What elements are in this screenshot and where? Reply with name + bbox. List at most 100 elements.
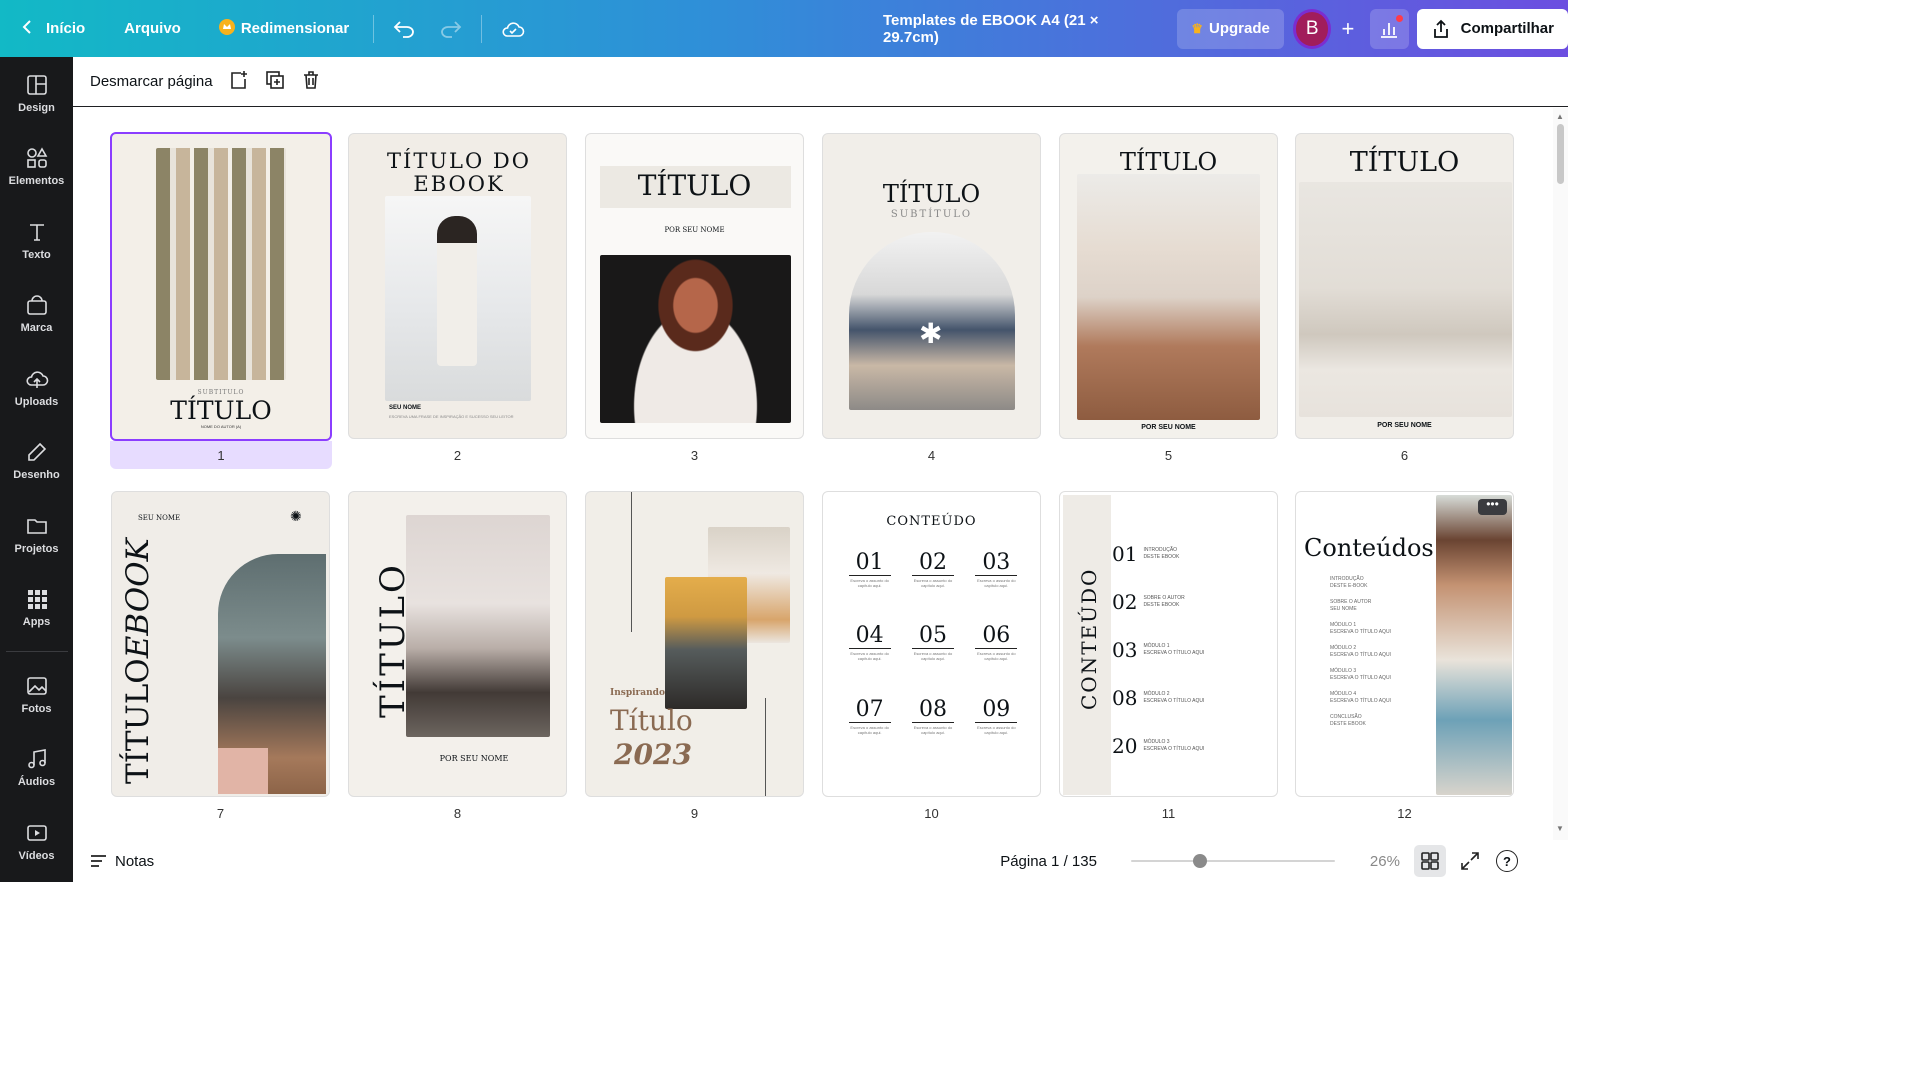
add-page-button[interactable] — [229, 70, 249, 94]
plus-icon: + — [1341, 15, 1355, 41]
sidebar-label: Elementos — [8, 175, 65, 188]
sidebar-item-audio[interactable]: Áudios — [0, 732, 73, 806]
file-menu-button[interactable]: Arquivo — [124, 0, 181, 57]
page-number-12[interactable]: 12 — [1295, 806, 1514, 821]
page-thumbnail-2[interactable]: TÍTULO DO EBOOK SEU NOME ESCREVA UMA FRA… — [348, 133, 567, 439]
toc-text-line2: DESTE EBOOK — [1143, 602, 1180, 608]
delete-page-button[interactable] — [301, 70, 321, 94]
page-number-11[interactable]: 11 — [1059, 806, 1278, 821]
sidebar-item-videos[interactable]: Vídeos — [0, 805, 73, 879]
fullscreen-button[interactable] — [1458, 849, 1482, 873]
divider — [373, 14, 375, 43]
page-number-9[interactable]: 9 — [585, 806, 804, 821]
page-thumbnail-11[interactable]: CONTEÚDO 01 INTRODUÇÃO DESTE EBOOK 02 SOBRE… — [1059, 491, 1278, 797]
sidebar-divider — [5, 651, 68, 652]
toc-text-line1: INTRODUÇÃO — [1143, 547, 1178, 553]
duplicate-page-button[interactable] — [265, 70, 285, 94]
zoom-slider[interactable] — [1130, 851, 1335, 871]
question-mark-icon: ? — [1502, 853, 1511, 869]
cloud-save-button[interactable] — [496, 12, 529, 46]
sidebar-item-elements[interactable]: Elementos — [0, 131, 73, 205]
chapter-cell: 01 Escreva o assunto do capítulo aqui. — [838, 550, 901, 623]
text-icon — [29, 223, 44, 241]
chapter-cell: 02 Escreva o assunto do capítulo aqui. — [901, 550, 964, 623]
sidebar-item-uploads[interactable]: Uploads — [0, 351, 73, 425]
page-title: CONTEÚDO — [886, 514, 977, 529]
video-play-icon — [26, 824, 47, 841]
redo-icon — [441, 20, 462, 38]
add-collaborator-button[interactable]: + — [1333, 14, 1362, 44]
help-button[interactable]: ? — [1495, 850, 1518, 872]
sidebar-item-projects[interactable]: Projetos — [0, 498, 73, 572]
share-upload-icon — [1433, 19, 1448, 38]
zoom-slider-track — [1130, 860, 1335, 862]
chapter-number: 08 — [911, 697, 954, 723]
page-number-8[interactable]: 8 — [348, 806, 567, 821]
undo-button[interactable] — [388, 12, 421, 46]
page-thumbnail-5[interactable]: TÍTULO POR SEU NOME — [1059, 133, 1278, 439]
page-number-3[interactable]: 3 — [585, 448, 804, 463]
page-thumbnail-1[interactable]: SUBTITULO TÍTULO NOME DO AUTOR (A) — [110, 132, 332, 441]
share-button[interactable]: Compartilhar — [1416, 8, 1568, 49]
document-title[interactable]: Templates de EBOOK A4 (21 × 29.7cm) — [883, 0, 1147, 57]
chapter-cell: 08 Escreva o assunto do capítulo aqui. — [901, 697, 964, 770]
scrollbar-thumb[interactable] — [1557, 124, 1564, 184]
page-thumbnail-6[interactable]: TÍTULO POR SEU NOME — [1295, 133, 1514, 439]
back-home-label: Início — [46, 20, 86, 37]
page-thumbnail-12[interactable]: Conteúdos INTRODUÇÃO DESTE E-BOOK SOBRE O… — [1295, 491, 1514, 797]
user-avatar[interactable]: B — [1292, 8, 1332, 49]
chapter-description: Escreva o assunto do capítulo aqui. — [977, 651, 1016, 662]
page-number-7[interactable]: 7 — [111, 806, 330, 821]
chapter-number: 04 — [848, 623, 891, 650]
resize-button[interactable]: Redimensionar — [218, 0, 349, 57]
page-indicator[interactable]: Página 1 / 135 — [1000, 853, 1097, 870]
sidebar-item-photos[interactable]: Fotos — [0, 658, 73, 732]
bottom-status-bar: Notas Página 1 / 135 26% ? — [73, 840, 1568, 882]
zoom-percentage[interactable]: 26% — [1360, 853, 1400, 870]
bar-chart-icon — [1381, 22, 1398, 38]
page-thumbnail-9[interactable]: Inspirando Título 2023 — [585, 491, 804, 797]
sidebar-item-brand[interactable]: Marca — [0, 278, 73, 352]
page-number-2[interactable]: 2 — [348, 448, 567, 463]
vertical-scrollbar[interactable]: ▲ ▼ — [1553, 108, 1568, 840]
page-title: TÍTULO — [637, 169, 752, 202]
upgrade-button[interactable]: ♛ Upgrade — [1177, 8, 1284, 49]
page-title-vertical: CONTEÚDO — [1077, 567, 1101, 710]
zoom-slider-handle[interactable] — [1192, 854, 1207, 868]
toc-text-line1: MÓDULO 1 — [1330, 622, 1357, 628]
folder-icon — [26, 518, 47, 534]
toc-list: INTRODUÇÃO DESTE E-BOOK SOBRE O AUTOR SEU … — [1308, 576, 1428, 737]
toc-text-line1: MÓDULO 2 — [1330, 645, 1357, 651]
toc-item: CONCLUSÃO DESTE EBOOK — [1308, 714, 1428, 728]
chapter-cell: 07 Escreva o assunto do capítulo aqui. — [838, 697, 901, 770]
scroll-down-arrow[interactable]: ▼ — [1556, 824, 1564, 833]
sidebar-item-apps[interactable]: Apps — [0, 572, 73, 646]
page-number-5[interactable]: 5 — [1059, 448, 1278, 463]
sidebar-item-text[interactable]: Texto — [0, 204, 73, 278]
page-thumbnail-8[interactable]: TÍTULO POR SEU NOME — [348, 491, 567, 797]
toc-text: SOBRE O AUTOR DESTE EBOOK — [1143, 595, 1184, 609]
page-thumbnail-10[interactable]: CONTEÚDO 01 Escreva o assunto do capítulo… — [822, 491, 1041, 797]
page-number-4[interactable]: 4 — [822, 448, 1041, 463]
deselect-page-button[interactable]: Desmarcar página — [90, 73, 213, 90]
sidebar-item-design[interactable]: Design — [0, 57, 73, 131]
page-more-options-button[interactable]: ••• — [1478, 498, 1507, 515]
scroll-up-arrow[interactable]: ▲ — [1556, 112, 1564, 121]
grid-view-button[interactable] — [1413, 845, 1446, 877]
sidebar-item-draw[interactable]: Desenho — [0, 425, 73, 499]
flower-decoration: ✱ — [919, 318, 943, 349]
page-thumbnail-3[interactable]: TÍTULO POR SEU NOME — [585, 133, 804, 439]
page-grid: SUBTITULO TÍTULO NOME DO AUTOR (A) 1 TÍT… — [73, 108, 1553, 840]
notes-button[interactable]: Notas — [90, 853, 154, 870]
toc-text-line1: MÓDULO 1 — [1143, 643, 1170, 649]
page-number-1[interactable]: 1 — [110, 441, 332, 469]
page-number-6[interactable]: 6 — [1295, 448, 1514, 463]
page-title: TÍTULO — [882, 180, 981, 208]
image-icon — [26, 676, 47, 695]
redo-button[interactable] — [435, 12, 468, 46]
page-thumbnail-4[interactable]: TÍTULO SUBTÍTULO ✱ — [822, 133, 1041, 439]
back-home-button[interactable]: Início — [22, 0, 85, 57]
page-number-10[interactable]: 10 — [822, 806, 1041, 821]
page-thumbnail-7[interactable]: SEU NOME ✺ TÍTULOEBOOK — [111, 491, 330, 797]
analytics-button[interactable] — [1370, 8, 1409, 49]
